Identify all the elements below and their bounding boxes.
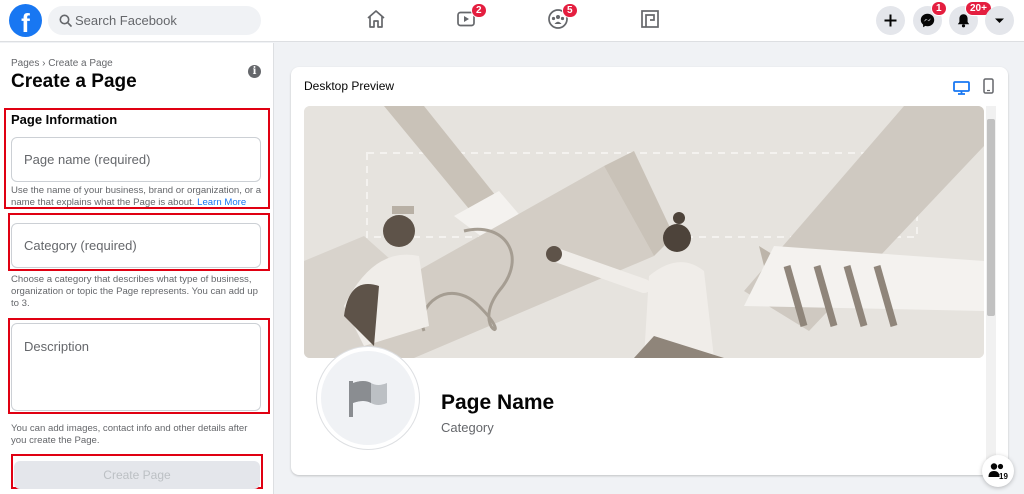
create-page-sidebar: Pages › Create a Page Create a Page i Pa… xyxy=(0,43,274,494)
preview-page-name: Page Name xyxy=(441,391,555,414)
info-icon[interactable]: i xyxy=(248,65,261,78)
create-page-button[interactable]: Create Page xyxy=(14,461,260,489)
chevron-down-icon xyxy=(995,18,1004,23)
account-menu-button[interactable] xyxy=(985,6,1014,35)
watch-notification-badge: 2 xyxy=(471,3,487,18)
gaming-icon xyxy=(641,10,659,28)
notifications-button[interactable]: 20+ xyxy=(949,1,992,35)
description-textarea[interactable] xyxy=(12,324,260,410)
section-title-page-information: Page Information xyxy=(11,112,118,127)
page-name-input[interactable] xyxy=(12,138,260,181)
tab-gaming[interactable] xyxy=(605,0,695,42)
learn-more-link[interactable]: Learn More xyxy=(197,197,246,208)
contacts-count-badge: 19 xyxy=(999,472,1008,481)
category-input[interactable] xyxy=(12,224,260,267)
tab-home[interactable] xyxy=(331,0,421,42)
page-title: Create a Page xyxy=(11,71,137,92)
messenger-icon xyxy=(920,13,935,28)
description-help-text: You can add images, contact info and oth… xyxy=(11,423,248,446)
messenger-notification-badge: 1 xyxy=(931,1,947,16)
scrollbar-thumb[interactable] xyxy=(987,119,995,316)
tab-groups[interactable]: 5 xyxy=(512,0,602,42)
cover-photo-illustration xyxy=(304,106,984,358)
desktop-preview-panel: Desktop Preview Page Name Category xyxy=(291,67,1008,475)
cover-illustration-art xyxy=(304,106,984,358)
home-icon xyxy=(367,10,385,28)
flag-icon xyxy=(349,381,387,417)
breadcrumb[interactable]: Pages › Create a Page xyxy=(11,58,113,69)
contacts-button[interactable]: 19 xyxy=(982,455,1014,487)
top-navigation-bar: f 2 5 xyxy=(0,0,1024,42)
facebook-logo[interactable]: f xyxy=(9,4,42,38)
plus-icon xyxy=(884,14,897,27)
category-help-text: Choose a category that describes what ty… xyxy=(11,274,258,309)
page-name-help-text: Use the name of your business, brand or … xyxy=(11,185,265,209)
preview-page-category: Category xyxy=(441,420,494,435)
tab-watch[interactable]: 2 xyxy=(421,0,511,42)
profile-picture-placeholder xyxy=(317,347,419,449)
desktop-icon[interactable] xyxy=(953,81,970,95)
preview-scrollbar[interactable] xyxy=(986,106,996,475)
preview-title: Desktop Preview xyxy=(304,79,395,93)
search-input[interactable] xyxy=(75,6,255,35)
messenger-button[interactable]: 1 xyxy=(913,1,947,35)
search-icon xyxy=(59,14,72,27)
mobile-icon[interactable] xyxy=(983,78,994,94)
category-field[interactable] xyxy=(11,223,261,268)
page-name-field[interactable] xyxy=(11,137,261,182)
create-menu-button[interactable] xyxy=(876,6,905,35)
description-field[interactable] xyxy=(11,323,261,411)
search-box[interactable] xyxy=(48,6,261,35)
groups-notification-badge: 5 xyxy=(562,3,578,18)
